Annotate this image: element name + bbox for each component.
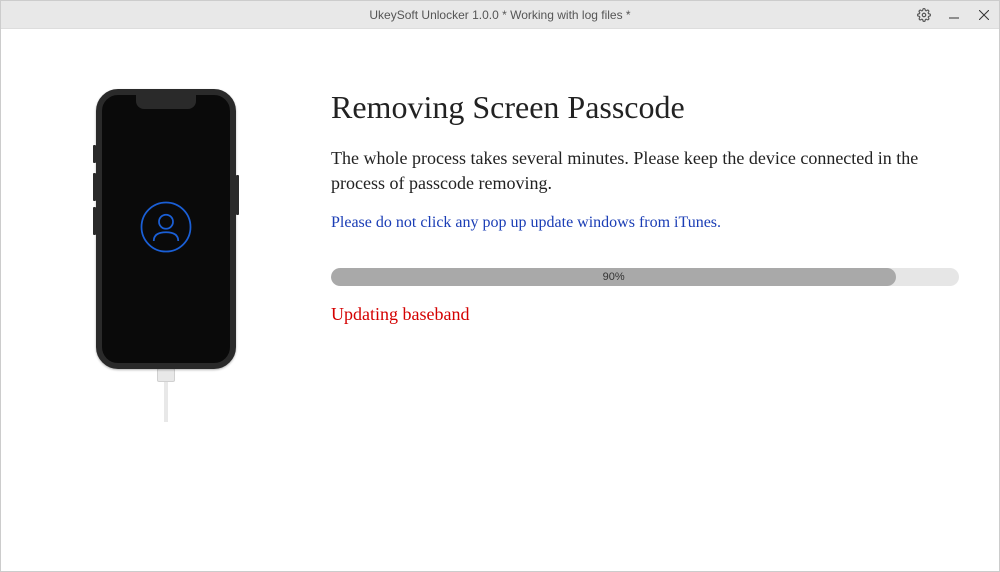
device-panel (41, 89, 291, 541)
phone-frame (96, 89, 236, 369)
gear-icon (917, 8, 931, 22)
warning-text: Please do not click any pop up update wi… (331, 214, 959, 232)
user-icon (138, 199, 194, 260)
progress-label: 90% (603, 271, 625, 283)
description-text: The whole process takes several minutes.… (331, 146, 959, 196)
phone-side-button (93, 173, 96, 201)
phone-side-button (93, 145, 96, 163)
phone-side-button (236, 175, 239, 215)
cable-illustration (157, 369, 175, 422)
window-title: UkeySoft Unlocker 1.0.0 * Working with l… (369, 8, 630, 22)
page-title: Removing Screen Passcode (331, 89, 959, 126)
cable-wire (164, 382, 168, 422)
titlebar: UkeySoft Unlocker 1.0.0 * Working with l… (1, 1, 999, 29)
close-button[interactable] (969, 1, 999, 28)
close-icon (979, 10, 989, 20)
phone-notch (136, 95, 196, 109)
content-area: Removing Screen Passcode The whole proce… (1, 29, 999, 571)
titlebar-controls (909, 1, 999, 28)
progress-fill: 90% (331, 268, 896, 286)
minimize-button[interactable] (939, 1, 969, 28)
phone-side-button (93, 207, 96, 235)
cable-connector (157, 368, 175, 382)
status-text: Updating baseband (331, 304, 959, 325)
minimize-icon (949, 10, 959, 20)
progress-bar: 90% (331, 268, 959, 286)
info-panel: Removing Screen Passcode The whole proce… (291, 89, 969, 541)
device-illustration (96, 89, 236, 422)
settings-button[interactable] (909, 1, 939, 28)
